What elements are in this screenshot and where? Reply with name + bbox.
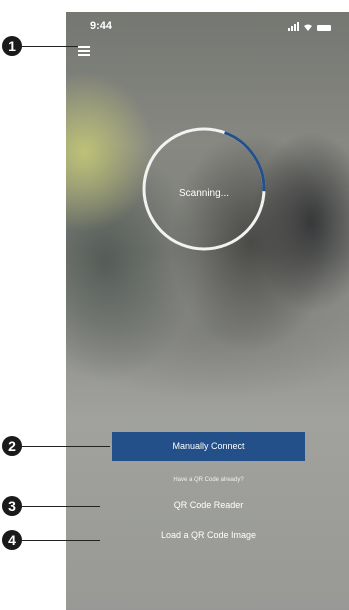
callout-1: 1 xyxy=(2,36,22,56)
qr-code-reader-link[interactable]: QR Code Reader xyxy=(112,500,305,510)
callout-4-line xyxy=(22,540,100,541)
callout-2-line xyxy=(22,446,110,447)
battery-icon xyxy=(317,25,331,31)
manually-connect-button[interactable]: Manually Connect xyxy=(112,432,305,461)
qr-prompt-text: Have a QR Code already? xyxy=(173,477,244,483)
status-icons xyxy=(288,22,331,31)
callout-4: 4 xyxy=(2,530,22,550)
status-time: 9:44 xyxy=(90,20,113,32)
app-page: 1 2 3 4 9:44 Scanning... Manually Connec… xyxy=(0,0,349,610)
callout-1-line xyxy=(22,46,78,47)
phone-screen: 9:44 Scanning... Manually Connect Have a… xyxy=(66,12,349,610)
signal-icon xyxy=(288,22,299,31)
wifi-icon xyxy=(304,24,312,31)
callout-3-line xyxy=(22,506,100,507)
menu-icon[interactable] xyxy=(78,46,90,56)
callout-3: 3 xyxy=(2,496,22,516)
load-qr-image-link[interactable]: Load a QR Code Image xyxy=(112,530,305,540)
callout-2: 2 xyxy=(2,436,22,456)
scanning-label: Scanning... xyxy=(178,188,230,199)
